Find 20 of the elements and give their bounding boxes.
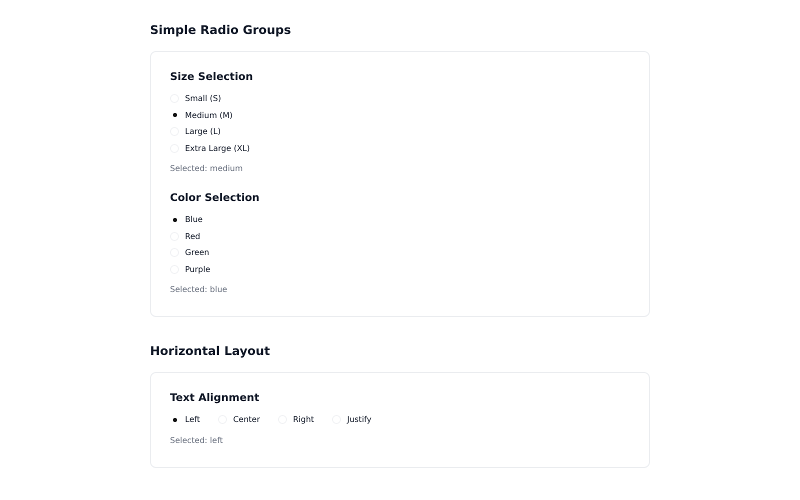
radio-option[interactable]: Medium (M) [170, 108, 630, 122]
radio-option[interactable]: Small (S) [170, 92, 630, 106]
radio-option[interactable]: Blue [170, 213, 630, 226]
section-title: Horizontal Layout [150, 343, 271, 359]
group-title: Size Selection [170, 70, 254, 84]
section-title: Simple Radio Groups [150, 22, 292, 38]
group-title: Text Alignment [170, 391, 260, 405]
radio-option[interactable]: Extra Large (XL) [170, 142, 630, 155]
radio-option[interactable]: Red [170, 230, 630, 243]
selected-value-text: Selected: medium [170, 163, 244, 175]
group-title: Color Selection [170, 191, 261, 205]
radio-option[interactable]: Green [170, 246, 630, 260]
radio-option[interactable]: Center [218, 413, 260, 426]
radio-option[interactable]: Purple [170, 262, 630, 276]
selected-value-text: Selected: left [170, 434, 224, 446]
radio-option[interactable]: Right [278, 413, 314, 426]
selected-value-text: Selected: blue [170, 284, 228, 296]
radio-option[interactable]: Large (L) [170, 125, 630, 138]
radio-option[interactable]: Justify [332, 413, 372, 426]
radio-option[interactable]: Left [170, 413, 200, 426]
